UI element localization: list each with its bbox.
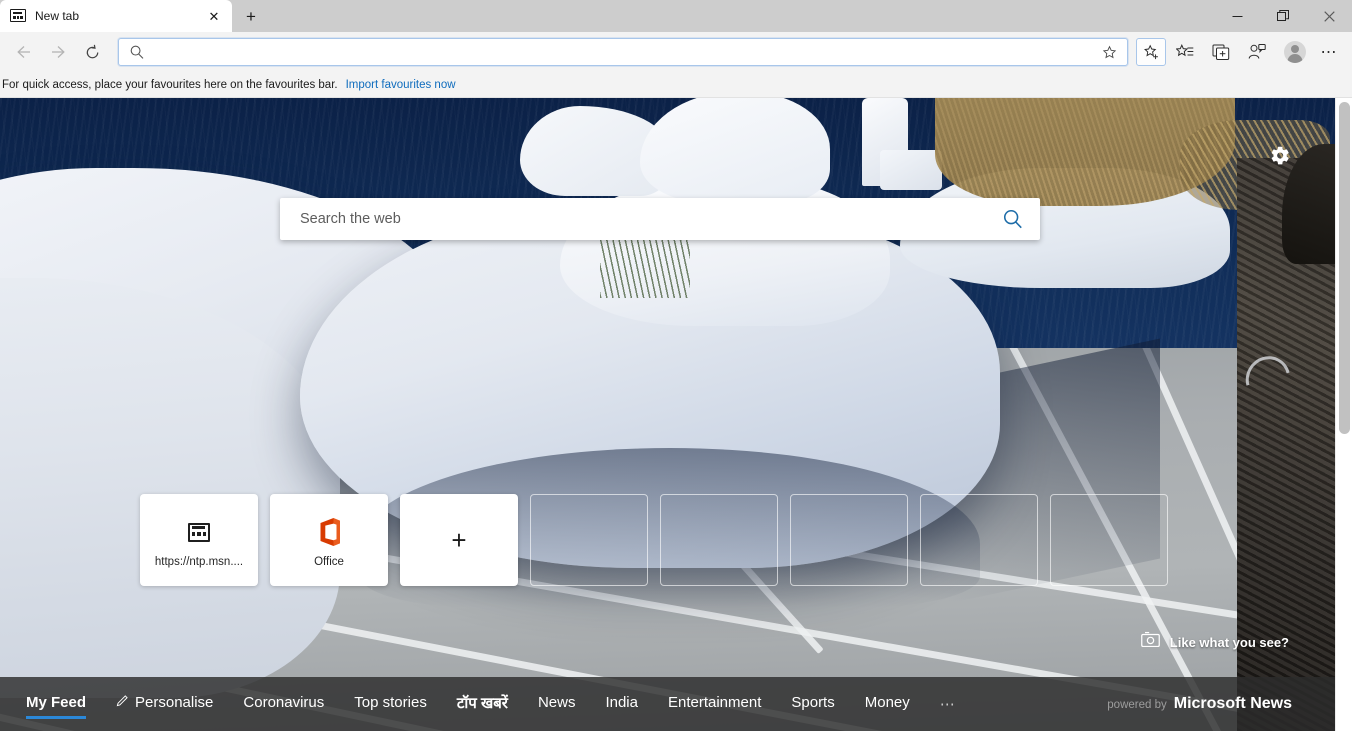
- news-tab-label: My Feed: [26, 694, 87, 711]
- news-tab-india[interactable]: India: [605, 694, 638, 714]
- camera-icon: [1140, 631, 1160, 653]
- news-tab-news[interactable]: News: [538, 694, 576, 714]
- restore-button[interactable]: [1260, 0, 1306, 32]
- empty-tile-slot[interactable]: [790, 494, 908, 586]
- title-bar: New tab ✕ +: [0, 0, 1352, 32]
- web-search-box[interactable]: Search the web: [280, 198, 1040, 240]
- news-tab-label: News: [537, 694, 576, 711]
- news-tab-sports[interactable]: Sports: [791, 694, 834, 714]
- news-overflow-button[interactable]: ⋯: [940, 695, 957, 713]
- address-input[interactable]: [153, 43, 1097, 61]
- close-tab-icon[interactable]: ✕: [204, 6, 224, 26]
- search-icon: [129, 44, 145, 60]
- news-tab-top-khabrein[interactable]: टॉप खबरें: [457, 693, 508, 716]
- shortcut-tiles: https://ntp.msn.... Office +: [140, 494, 1168, 586]
- plus-icon: +: [451, 525, 467, 555]
- add-shortcut-tile[interactable]: +: [400, 494, 518, 586]
- shortcut-tile[interactable]: https://ntp.msn....: [140, 494, 258, 586]
- tab-title: New tab: [35, 9, 80, 23]
- powered-by-label: powered by: [1107, 699, 1167, 711]
- news-tab-label: Sports: [791, 694, 835, 711]
- like-what-you-see-label: Like what you see?: [1169, 634, 1289, 650]
- add-favourite-button[interactable]: [1136, 38, 1166, 66]
- pencil-icon: [116, 694, 129, 711]
- powered-by-branding: powered by Microsoft News: [1107, 695, 1292, 713]
- empty-tile-slot[interactable]: [530, 494, 648, 586]
- news-navigation-bar: My Feed Personalise Coronavirus Top stor…: [0, 677, 1352, 731]
- share-profile-button[interactable]: [1240, 36, 1274, 68]
- browser-toolbar: ⋯: [0, 32, 1352, 72]
- office-logo-icon: [314, 512, 344, 552]
- news-tab-money[interactable]: Money: [865, 694, 910, 714]
- forward-button[interactable]: [42, 36, 74, 68]
- new-tab-page-icon: [188, 512, 210, 552]
- gear-icon: [1270, 145, 1291, 171]
- refresh-button[interactable]: [76, 36, 108, 68]
- news-tab-label: Personalise: [135, 694, 214, 711]
- collections-button[interactable]: [1204, 36, 1238, 68]
- empty-tile-slot[interactable]: [660, 494, 778, 586]
- empty-tile-slot[interactable]: [920, 494, 1038, 586]
- news-tab-top-stories[interactable]: Top stories: [354, 694, 427, 714]
- shortcut-label: Office: [314, 556, 344, 568]
- settings-and-more-button[interactable]: ⋯: [1314, 36, 1344, 68]
- empty-tile-slot[interactable]: [1050, 494, 1168, 586]
- browser-tab[interactable]: New tab ✕: [0, 0, 232, 32]
- news-tab-label: Entertainment: [667, 694, 762, 711]
- scrollbar-thumb[interactable]: [1339, 102, 1350, 434]
- favourites-button[interactable]: [1168, 36, 1202, 68]
- news-tab-personalise[interactable]: Personalise: [116, 694, 213, 714]
- search-input[interactable]: Search the web: [300, 211, 1000, 227]
- window-controls: [1214, 0, 1352, 32]
- news-tab-label: Money: [864, 694, 910, 711]
- news-tab-label: Top stories: [354, 694, 427, 711]
- shortcut-label: https://ntp.msn....: [154, 556, 244, 568]
- news-tab-my-feed[interactable]: My Feed: [26, 694, 87, 719]
- favourites-bar-message: For quick access, place your favourites …: [2, 78, 338, 91]
- close-button[interactable]: [1306, 0, 1352, 32]
- import-favourites-link[interactable]: Import favourites now: [346, 79, 456, 91]
- new-tab-button[interactable]: +: [236, 2, 266, 30]
- new-tab-page: Search the web https://ntp.msn.... Offic…: [0, 98, 1352, 731]
- news-tab-label: India: [605, 694, 638, 711]
- shortcut-tile[interactable]: Office: [270, 494, 388, 586]
- like-what-you-see-button[interactable]: Like what you see?: [1140, 631, 1289, 653]
- profile-button[interactable]: [1278, 36, 1312, 68]
- page-scrollbar[interactable]: [1335, 98, 1352, 731]
- back-button[interactable]: [8, 36, 40, 68]
- account-avatar-icon: [1284, 41, 1306, 63]
- microsoft-news-brand: Microsoft News: [1173, 695, 1292, 712]
- search-icon[interactable]: [1000, 206, 1026, 232]
- news-tab-label: टॉप खबरें: [456, 694, 508, 712]
- news-tab-entertainment[interactable]: Entertainment: [668, 694, 761, 714]
- page-settings-button[interactable]: [1265, 143, 1295, 173]
- address-bar[interactable]: [118, 38, 1128, 66]
- new-tab-page-icon: [10, 8, 26, 24]
- minimize-button[interactable]: [1214, 0, 1260, 32]
- news-tab-label: Coronavirus: [243, 694, 325, 711]
- news-tab-coronavirus[interactable]: Coronavirus: [243, 694, 324, 714]
- favourites-bar: For quick access, place your favourites …: [0, 72, 1352, 98]
- star-outline-icon[interactable]: [1097, 40, 1121, 64]
